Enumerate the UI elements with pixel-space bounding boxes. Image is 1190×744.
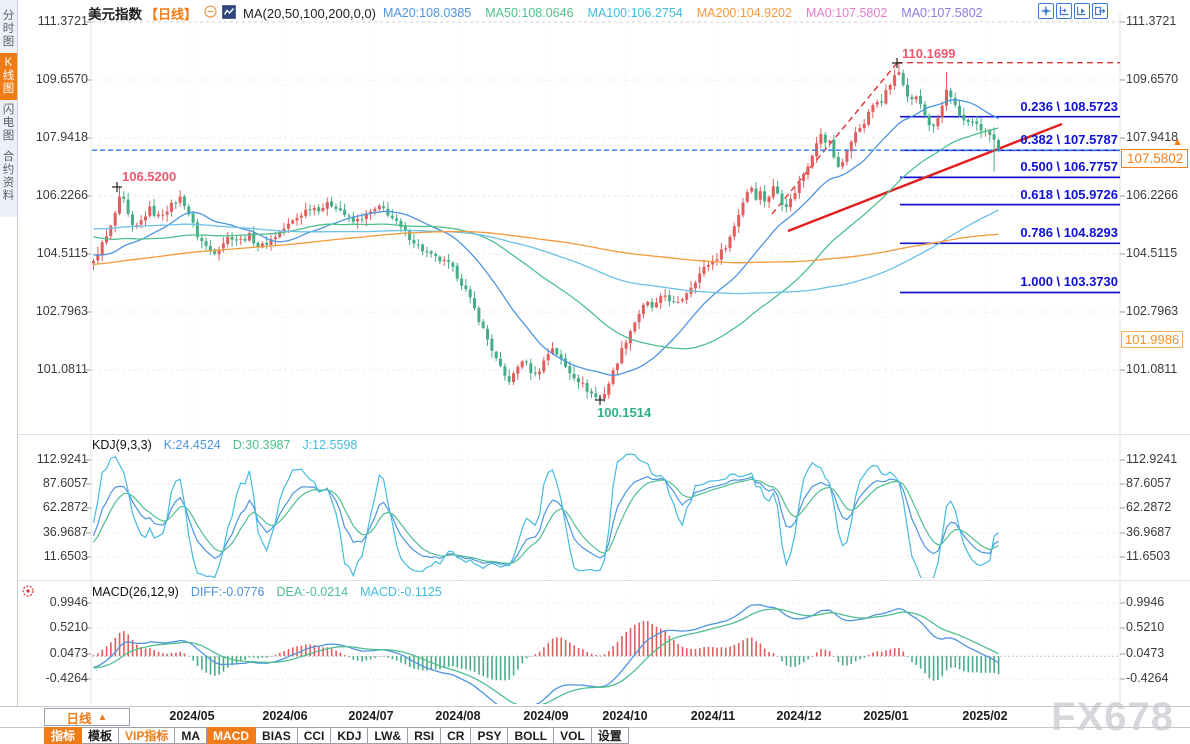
ma-value-5: MA0:107.5802 [901, 6, 982, 20]
tab-RSI[interactable]: RSI [408, 727, 441, 744]
secondary-price-label: 101.9986 [1121, 331, 1183, 348]
chart-svg [0, 0, 1190, 744]
x-tick-2024/06: 2024/06 [262, 709, 307, 723]
ma-values: MA20:108.0385 MA50:108.0646 MA100:106.2754… [383, 6, 983, 20]
sidebar-item-0[interactable]: 分时图 [0, 6, 17, 53]
tab-BOLL[interactable]: BOLL [508, 727, 554, 744]
tab-LW&[interactable]: LW& [368, 727, 408, 744]
price-up-arrow-icon: ▲ [1172, 136, 1183, 148]
chart-type-list: 分时图K线图闪电图合约资料 [0, 0, 17, 217]
current-price-badge: 107.5802 [1121, 149, 1188, 168]
tab-模板[interactable]: 模板 [82, 727, 119, 744]
macd-value-1: DEA:-0.0214 [276, 585, 348, 599]
macd-settings-icon[interactable] [21, 584, 35, 603]
chart-canvas[interactable] [0, 0, 1190, 744]
period-selector[interactable]: 日线 ▲ [44, 708, 130, 726]
kdj-title: KDJ(9,3,3) [92, 438, 152, 452]
tab-CR[interactable]: CR [441, 727, 471, 744]
ma-value-1: MA50:108.0646 [485, 6, 573, 20]
x-tick-2024/08: 2024/08 [435, 709, 480, 723]
axis-scale-right-icon[interactable] [1074, 3, 1090, 19]
tab-VOL[interactable]: VOL [554, 727, 592, 744]
tab-KDJ[interactable]: KDJ [331, 727, 368, 744]
kdj-values: K:24.4524 D:30.3987 J:12.5598 [164, 438, 358, 452]
chart-toolbar [1038, 3, 1108, 19]
x-tick-2024/05: 2024/05 [169, 709, 214, 723]
period-tag: 【日线】 [145, 4, 197, 23]
tab-VIP指标[interactable]: VIP指标 [119, 727, 175, 744]
kdj-value-0: K:24.4524 [164, 438, 221, 452]
period-label: 日线 [67, 708, 92, 727]
symbol-title: 美元指数 [88, 3, 142, 23]
macd-title: MACD(26,12,9) [92, 585, 179, 599]
chart-type-sidebar: 分时图K线图闪电图合约资料 [0, 0, 18, 706]
ma-value-3: MA200:104.9202 [697, 6, 792, 20]
macd-values: DIFF:-0.0776 DEA:-0.0214 MACD:-0.1125 [191, 585, 442, 599]
indicator-tab-bar: 指标模板VIP指标MAMACDBIASCCIKDJLW&RSICRPSYBOLL… [44, 727, 629, 744]
kdj-value-1: D:30.3987 [233, 438, 291, 452]
panel-divider [18, 580, 1190, 581]
tab-设置[interactable]: 设置 [592, 727, 629, 744]
ma-params-label[interactable]: MA(20,50,100,200,0,0) [243, 6, 376, 21]
x-tick-2024/10: 2024/10 [602, 709, 647, 723]
x-tick-2024/12: 2024/12 [776, 709, 821, 723]
tab-CCI[interactable]: CCI [298, 727, 332, 744]
macd-value-2: MACD:-0.1125 [360, 585, 442, 599]
ma-value-0: MA20:108.0385 [383, 6, 471, 20]
move-icon[interactable] [1038, 3, 1054, 19]
export-icon[interactable] [1092, 3, 1108, 19]
sidebar-item-2[interactable]: 闪电图 [0, 100, 17, 147]
trading-app: 分时图K线图闪电图合约资料 美元指数【日线】 MA(20,50,100,200,… [0, 0, 1190, 744]
x-tick-2024/07: 2024/07 [348, 709, 393, 723]
kdj-header[interactable]: KDJ(9,3,3) K:24.4524 D:30.3987 J:12.5598 [92, 438, 357, 452]
tab-MA[interactable]: MA [175, 727, 207, 744]
tab-指标[interactable]: 指标 [44, 727, 82, 744]
ma-value-2: MA100:106.2754 [588, 6, 683, 20]
chart-header: 美元指数【日线】 MA(20,50,100,200,0,0) MA20:108.… [88, 3, 983, 23]
macd-header[interactable]: MACD(26,12,9) DIFF:-0.0776 DEA:-0.0214 MAC… [92, 585, 442, 599]
period-arrow-icon: ▲ [98, 712, 108, 723]
tab-PSY[interactable]: PSY [471, 727, 508, 744]
axis-scale-left-icon[interactable] [1056, 3, 1072, 19]
collapse-indicator-icon[interactable] [204, 5, 217, 21]
x-tick-2025/01: 2025/01 [863, 709, 908, 723]
x-tick-2024/09: 2024/09 [523, 709, 568, 723]
panel-divider [18, 434, 1190, 435]
sidebar-item-1[interactable]: K线图 [0, 53, 17, 100]
kdj-value-2: J:12.5598 [302, 438, 357, 452]
x-tick-2025/02: 2025/02 [962, 709, 1007, 723]
ma-value-4: MA0:107.5802 [806, 6, 887, 20]
x-tick-2024/11: 2024/11 [691, 709, 736, 723]
sidebar-item-3[interactable]: 合约资料 [0, 147, 17, 207]
tab-MACD[interactable]: MACD [207, 727, 256, 744]
tab-BIAS[interactable]: BIAS [256, 727, 298, 744]
x-axis-row: 日线 ▲ 2024/05 2024/06 2024/07 2024/08 2024/09 2… [0, 706, 1190, 728]
macd-value-0: DIFF:-0.0776 [191, 585, 265, 599]
indicator-chart-icon[interactable] [222, 5, 236, 22]
